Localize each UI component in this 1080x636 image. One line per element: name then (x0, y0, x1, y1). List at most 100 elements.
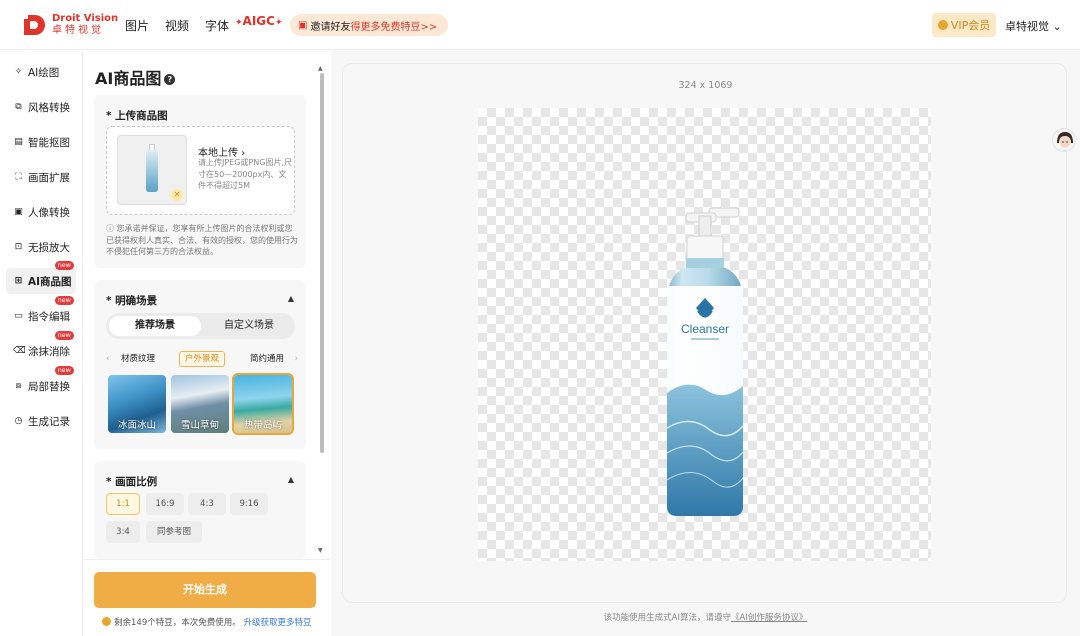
service-agreement-link[interactable]: 《AI创作服务协议》 (731, 613, 807, 623)
product-label-text: Cleanser (681, 322, 729, 336)
main-nav: 图片 视频 字体 (125, 17, 245, 34)
new-badge: new (54, 296, 74, 305)
upload-card: * 上传商品图 ✕ 本地上传 › 请上传JPEG或PNG图片,尺寸在50—200… (94, 95, 306, 268)
product-bottle-image: Cleanser (666, 207, 744, 516)
top-bar: Droit Vision 卓特视觉 图片 视频 字体 ✦AIGC✦ ▣ 邀请好友… (0, 0, 1080, 50)
page-title-text: AI商品图 (95, 69, 162, 88)
chevron-right-icon[interactable]: › (295, 351, 298, 367)
subtab-simple[interactable]: 简约通用 (245, 351, 289, 367)
ratio-option-1-1[interactable]: 1:1 (106, 493, 140, 515)
page-title: AI商品图? (95, 65, 176, 89)
remove-image-icon[interactable]: ✕ (171, 189, 183, 201)
sidebar-item-label: 人像转换 (28, 206, 70, 219)
new-badge: new (54, 261, 74, 270)
logo-mark-icon (24, 15, 45, 35)
sidebar-item-label: 画面扩展 (28, 171, 70, 184)
scene-mode-toggle: 推荐场景 自定义场景 (106, 313, 295, 339)
logo-chinese: 卓特视觉 (52, 25, 104, 36)
ratio-option-reference[interactable]: 同参考图 (146, 521, 202, 543)
nav-aigc[interactable]: ✦AIGC✦ (235, 14, 283, 28)
image-dimensions: 324 x 1069 (678, 80, 733, 91)
sidebar-item-label: 指令编辑 (28, 310, 70, 323)
ratio-option-9-16[interactable]: 9:16 (230, 493, 268, 515)
upload-notice: ⓘ 您承诺并保证，您享有所上传图片的合法权利或您已获得权利人真实、合法、有效的授… (106, 223, 298, 258)
upload-requirements: 请上传JPEG或PNG图片,尺寸在50—2000px内、文件不得超过5M (198, 158, 292, 190)
tab-custom[interactable]: 自定义场景 (206, 316, 292, 336)
vip-button[interactable]: VIP会员 (932, 13, 996, 37)
scene-option-label: 冰面冰山 (117, 420, 156, 431)
sidebar-item-portrait[interactable]: ▣ 人像转换 (6, 199, 76, 225)
sparkle-icon: ✦ (274, 18, 283, 28)
assistant-avatar[interactable] (1052, 128, 1076, 152)
ratio-option-16-9[interactable]: 16:9 (146, 493, 184, 515)
sidebar-item-expand[interactable]: ⛶ 画面扩展 (6, 164, 76, 190)
coin-icon (102, 617, 111, 626)
aigc-label: AIGC (242, 14, 275, 28)
scroll-thumb[interactable] (320, 73, 324, 453)
footnote-text: 该功能使用生成式AI算法，请遵守 (603, 613, 731, 623)
subtab-texture[interactable]: 材质纹理 (116, 351, 160, 367)
sidebar-item-style-convert[interactable]: ⧉ 风格转换 (6, 94, 76, 120)
tool-sidebar: ✧ AI绘图 ⧉ 风格转换 ▤ 智能抠图 ⛶ 画面扩展 ▣ 人像转换 ⊡ 无损放大 ⊞ AI商… (0, 51, 83, 636)
sidebar-item-label: AI商品图 (28, 275, 72, 288)
product-icon: ⊞ (14, 275, 23, 286)
preview-stage: 324 x 1069 Cleanser (342, 63, 1067, 603)
invite-highlight: 得更多免费特豆>> (350, 21, 438, 33)
user-menu[interactable]: 卓特视觉 ⌄ (1005, 18, 1062, 34)
new-badge: new (54, 331, 74, 340)
sidebar-item-instruct-edit[interactable]: ▭ 指令编辑 new (6, 296, 76, 329)
scene-option-label: 热带岛屿 (243, 420, 282, 431)
nav-images[interactable]: 图片 (125, 17, 149, 34)
panel-scrollbar[interactable]: ▲ ▼ (318, 65, 326, 555)
collapse-icon[interactable]: ▲ (288, 294, 294, 303)
sparkle-icon: ✦ (235, 18, 243, 28)
canvas-area: 324 x 1069 Cleanser 该功能使用生成式AI算法，请遵守《AI创… (331, 51, 1080, 636)
logo[interactable]: Droit Vision 卓特视觉 (22, 12, 118, 38)
eraser-icon: ⌫ (13, 345, 26, 356)
sidebar-item-ai-draw[interactable]: ✧ AI绘图 (6, 59, 76, 85)
generate-button[interactable]: 开始生成 (94, 572, 316, 608)
subtab-outdoor[interactable]: 户外景观 (179, 351, 226, 367)
sidebar-item-ai-product[interactable]: ⊞ AI商品图 new (6, 261, 76, 294)
scene-option-tropical-island[interactable]: 热带岛屿 (232, 373, 294, 435)
sidebar-item-upscale[interactable]: ⊡ 无损放大 (6, 234, 76, 260)
scene-option-glacier[interactable]: 冰面冰山 (108, 375, 166, 433)
gift-icon: ▣ (298, 19, 308, 31)
invite-banner[interactable]: ▣ 邀请好友 得更多免费特豆>> (290, 14, 448, 36)
collapse-icon[interactable]: ▲ (288, 475, 294, 484)
scene-option-label: 雪山草甸 (180, 420, 219, 431)
sidebar-item-label: 风格转换 (28, 101, 70, 114)
scroll-up-icon[interactable]: ▲ (318, 65, 323, 72)
help-icon[interactable]: ? (164, 74, 176, 85)
sidebar-item-label: 局部替换 (28, 380, 70, 393)
upload-dropzone[interactable]: ✕ 本地上传 › 请上传JPEG或PNG图片,尺寸在50—2000px内、文件不… (106, 126, 295, 215)
sidebar-item-cutout[interactable]: ▤ 智能抠图 (6, 129, 76, 155)
expand-icon: ⛶ (15, 171, 22, 182)
scene-option-snow-mountain[interactable]: 雪山草甸 (171, 375, 229, 433)
sidebar-item-label: AI绘图 (28, 66, 60, 79)
legal-footnote: 该功能使用生成式AI算法，请遵守《AI创作服务协议》 (331, 611, 1080, 623)
sidebar-item-label: 涂抹消除 (28, 345, 70, 358)
notice-text: 您承诺并保证，您享有所上传图片的合法权利或您已获得权利人真实、合法、有效的授权，… (106, 224, 298, 256)
ratio-option-3-4[interactable]: 3:4 (106, 521, 140, 543)
ratio-option-4-3[interactable]: 4:3 (188, 493, 226, 515)
quota-info: 剩余149个特豆，本次免费使用。 升级获取更多特豆 (102, 616, 311, 628)
sidebar-item-history[interactable]: ◷ 生成记录 (6, 408, 76, 434)
sidebar-item-erase[interactable]: ⌫ 涂抹消除 new (6, 331, 76, 364)
nav-videos[interactable]: 视频 (165, 17, 189, 34)
zoom-icon: ⊡ (14, 241, 23, 252)
panel-footer: 开始生成 剩余149个特豆，本次免费使用。 升级获取更多特豆 (84, 559, 330, 636)
sidebar-item-replace[interactable]: ⧈ 局部替换 new (6, 366, 76, 399)
transparent-canvas[interactable]: Cleanser (478, 108, 931, 561)
sidebar-item-label: 智能抠图 (28, 136, 70, 149)
tab-recommended[interactable]: 推荐场景 (109, 316, 201, 336)
chevron-left-icon[interactable]: ‹ (106, 351, 109, 367)
upload-card-title: * 上传商品图 (106, 110, 168, 122)
info-icon: ⓘ (106, 224, 114, 233)
scroll-down-icon[interactable]: ▼ (318, 547, 323, 554)
portrait-icon: ▣ (14, 206, 23, 217)
scene-card: * 明确场景 ▲ 推荐场景 自定义场景 ‹ 材质纹理 户外景观 简约通用 › 冰… (94, 280, 306, 449)
nav-fonts[interactable]: 字体 (205, 17, 229, 34)
app-root: Droit Vision 卓特视觉 图片 视频 字体 ✦AIGC✦ ▣ 邀请好友… (0, 0, 1080, 636)
upgrade-link[interactable]: 升级获取更多特豆 (243, 618, 311, 628)
